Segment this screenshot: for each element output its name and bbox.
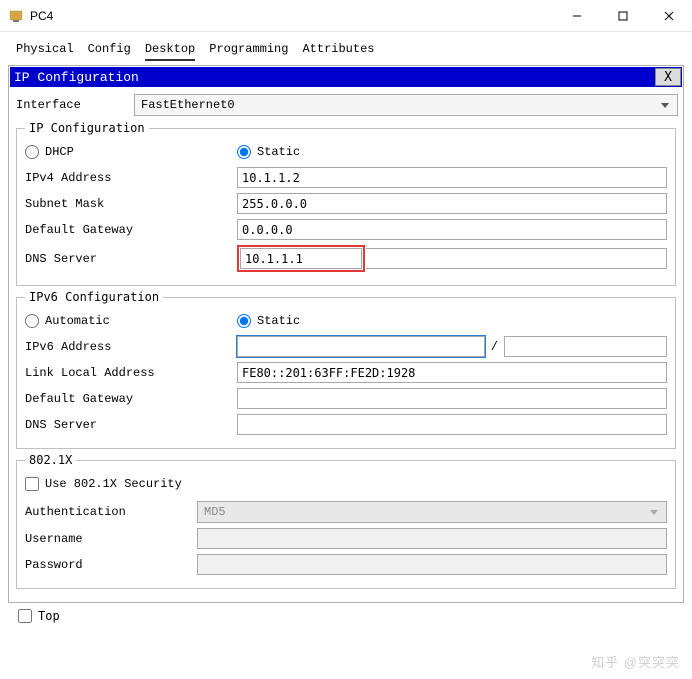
ipv4-input[interactable] xyxy=(237,167,667,188)
linklocal-label: Link Local Address xyxy=(25,366,237,380)
prefix-separator: / xyxy=(491,340,498,354)
top-checkbox-label[interactable]: Top xyxy=(8,603,684,629)
gateway-input[interactable] xyxy=(237,219,667,240)
panel-close-button[interactable]: X xyxy=(655,68,681,86)
linklocal-input[interactable] xyxy=(237,362,667,383)
use-8021x-label[interactable]: Use 802.1X Security xyxy=(25,477,667,491)
dhcp-radio[interactable] xyxy=(25,145,39,159)
gateway-label: Default Gateway xyxy=(25,223,237,237)
static6-radio[interactable] xyxy=(237,314,251,328)
tab-config[interactable]: Config xyxy=(88,42,131,61)
minimize-button[interactable] xyxy=(554,0,600,32)
app-icon xyxy=(8,8,24,24)
tab-physical[interactable]: Physical xyxy=(16,42,74,61)
tab-attributes[interactable]: Attributes xyxy=(302,42,374,61)
auto-radio[interactable] xyxy=(25,314,39,328)
titlebar: PC4 xyxy=(0,0,692,32)
window-title: PC4 xyxy=(30,9,554,23)
auth-value: MD5 xyxy=(204,505,226,519)
tab-desktop[interactable]: Desktop xyxy=(145,42,195,61)
tab-programming[interactable]: Programming xyxy=(209,42,288,61)
ip-config-group: IP Configuration DHCP Static IPv4 Addres… xyxy=(16,121,676,286)
static6-radio-label[interactable]: Static xyxy=(237,314,300,328)
ipv6-dns-input[interactable] xyxy=(237,414,667,435)
username-input xyxy=(197,528,667,549)
mask-label: Subnet Mask xyxy=(25,197,237,211)
auth-label: Authentication xyxy=(25,505,197,519)
dot1x-group: 802.1X Use 802.1X Security Authenticatio… xyxy=(16,453,676,589)
dhcp-radio-label[interactable]: DHCP xyxy=(25,145,237,159)
auth-select: MD5 xyxy=(197,501,667,523)
ip-config-legend: IP Configuration xyxy=(25,121,149,135)
ipv6-addr-label: IPv6 Address xyxy=(25,340,237,354)
ipv6-dns-label: DNS Server xyxy=(25,418,237,432)
interface-selected: FastEthernet0 xyxy=(141,98,235,112)
dns-highlight xyxy=(237,245,365,272)
ipv4-label: IPv4 Address xyxy=(25,171,237,185)
ipv6-prefix-input[interactable] xyxy=(504,336,667,357)
dns-input[interactable] xyxy=(240,248,362,269)
ipv6-gw-label: Default Gateway xyxy=(25,392,237,406)
ipv6-config-group: IPv6 Configuration Automatic Static IPv6… xyxy=(16,290,676,449)
panel-title: IP Configuration xyxy=(10,70,655,85)
top-checkbox[interactable] xyxy=(18,609,32,623)
mask-input[interactable] xyxy=(237,193,667,214)
ip-config-panel: IP Configuration X Interface FastEtherne… xyxy=(8,65,684,603)
auto-radio-label[interactable]: Automatic xyxy=(25,314,237,328)
password-input xyxy=(197,554,667,575)
use-8021x-checkbox[interactable] xyxy=(25,477,39,491)
dns-input-tail xyxy=(366,248,667,269)
interface-select[interactable]: FastEthernet0 xyxy=(134,94,678,116)
password-label: Password xyxy=(25,558,197,572)
watermark: 知乎 @突突突 xyxy=(591,652,680,671)
maximize-button[interactable] xyxy=(600,0,646,32)
close-button[interactable] xyxy=(646,0,692,32)
dot1x-legend: 802.1X xyxy=(25,453,76,467)
static-radio[interactable] xyxy=(237,145,251,159)
username-label: Username xyxy=(25,532,197,546)
dns-label: DNS Server xyxy=(25,252,237,266)
ipv6-gw-input[interactable] xyxy=(237,388,667,409)
static-radio-label[interactable]: Static xyxy=(237,145,300,159)
ipv6-addr-input[interactable] xyxy=(237,336,485,357)
ipv6-config-legend: IPv6 Configuration xyxy=(25,290,163,304)
tab-bar: Physical Config Desktop Programming Attr… xyxy=(8,42,684,63)
interface-label: Interface xyxy=(14,98,134,112)
